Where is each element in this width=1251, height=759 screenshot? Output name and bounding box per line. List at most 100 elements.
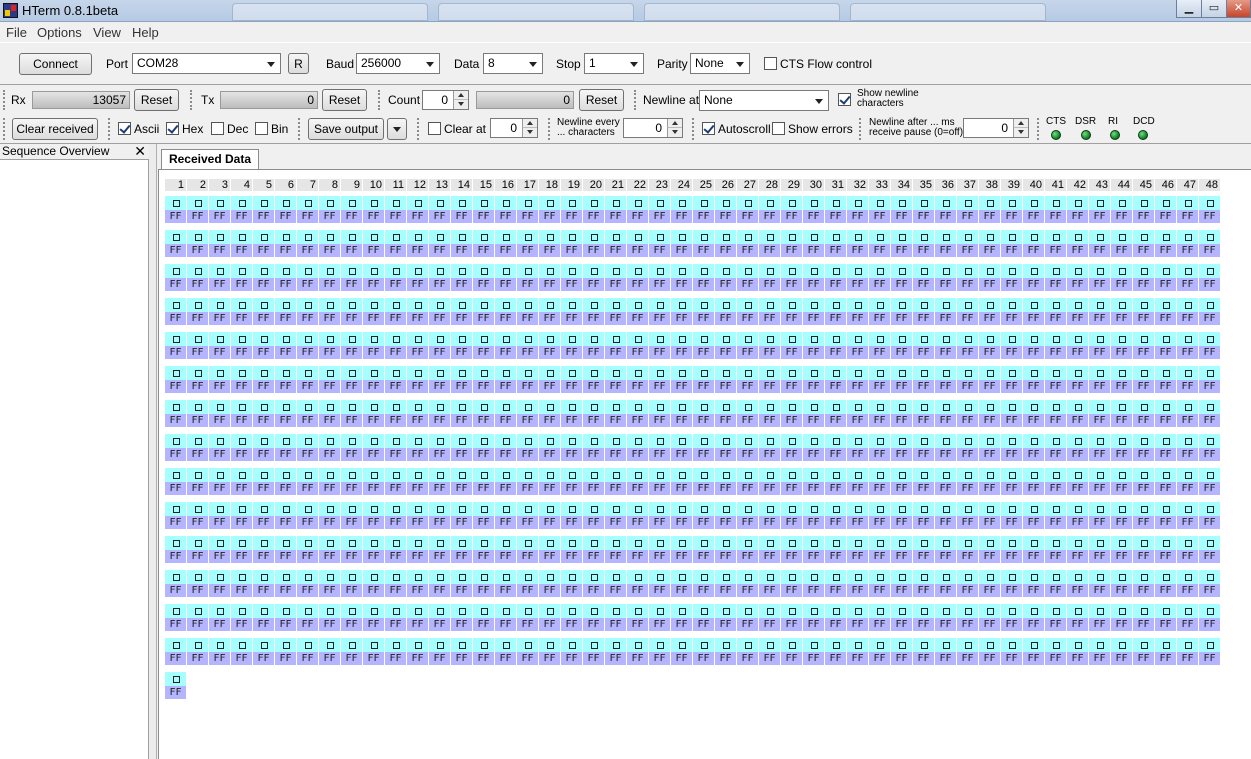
toolbar-grip[interactable] xyxy=(417,118,420,140)
panel-splitter[interactable] xyxy=(149,144,157,759)
byte-ascii xyxy=(605,434,626,448)
data-bits-select[interactable]: 8 xyxy=(483,53,543,74)
byte-cell: FF xyxy=(957,230,978,264)
newline-every-spinner[interactable]: 0 xyxy=(623,118,683,138)
close-window-button[interactable]: ✕ xyxy=(1226,0,1251,18)
byte-cell: FF xyxy=(671,366,692,400)
byte-cell: FF xyxy=(737,230,758,264)
byte-hex: FF xyxy=(561,652,582,665)
byte-ascii xyxy=(473,298,494,312)
spin-down-icon[interactable] xyxy=(453,100,468,109)
toolbar-grip[interactable] xyxy=(298,118,301,140)
toolbar-grip[interactable] xyxy=(859,118,862,140)
dec-checkbox[interactable] xyxy=(211,122,224,135)
byte-ascii xyxy=(539,264,560,278)
cts-flow-checkbox[interactable] xyxy=(764,57,777,70)
menu-file[interactable]: File xyxy=(6,25,27,40)
byte-cell: FF xyxy=(781,366,802,400)
byte-hex: FF xyxy=(209,618,230,631)
spin-up-icon[interactable] xyxy=(522,119,537,128)
parity-select[interactable]: None xyxy=(690,53,750,74)
byte-hex: FF xyxy=(759,618,780,631)
toolbar-grip[interactable] xyxy=(1037,118,1040,140)
byte-hex: FF xyxy=(1199,244,1220,257)
byte-cell: FF xyxy=(451,264,472,298)
toolbar-grip[interactable] xyxy=(3,90,6,110)
connect-button[interactable]: Connect xyxy=(19,53,92,75)
refresh-ports-button[interactable]: R xyxy=(288,53,309,74)
newline-at-select[interactable]: None xyxy=(699,90,829,111)
bin-checkbox[interactable] xyxy=(255,122,268,135)
menu-view[interactable]: View xyxy=(93,25,121,40)
baud-select[interactable]: 256000 xyxy=(356,53,440,74)
ascii-checkbox[interactable] xyxy=(118,122,131,135)
menu-help[interactable]: Help xyxy=(132,25,159,40)
menu-options[interactable]: Options xyxy=(37,25,82,40)
clear-at-spinner[interactable]: 0 xyxy=(490,118,538,138)
newline-after-spinner[interactable]: 0 xyxy=(963,118,1029,138)
toolbar-grip[interactable] xyxy=(692,118,695,140)
byte-hex: FF xyxy=(187,652,208,665)
byte-hex: FF xyxy=(1023,550,1044,563)
clear-at-checkbox[interactable] xyxy=(428,122,441,135)
byte-cell: FF xyxy=(671,434,692,468)
byte-ascii xyxy=(253,536,274,550)
newline-at-value: None xyxy=(704,93,733,107)
byte-hex: FF xyxy=(979,244,1000,257)
autoscroll-checkbox[interactable] xyxy=(702,122,715,135)
received-data-area[interactable]: 1 2 3 4 5 6 7 8 9 10 11 12 13 14 15 16 17 18 19 20 21 22 23 24 2… xyxy=(158,169,1251,759)
byte-hex: FF xyxy=(1023,652,1044,665)
byte-cell: FF xyxy=(935,604,956,638)
byte-cell: FF xyxy=(1089,230,1110,264)
byte-cell: FF xyxy=(319,434,340,468)
spin-up-icon[interactable] xyxy=(453,91,468,100)
byte-ascii xyxy=(319,332,340,346)
byte-ascii xyxy=(407,434,428,448)
byte-hex: FF xyxy=(297,210,318,223)
minimize-button[interactable]: ▁ xyxy=(1176,0,1202,18)
toolbar-grip[interactable] xyxy=(634,90,637,110)
byte-hex: FF xyxy=(187,210,208,223)
byte-hex: FF xyxy=(429,448,450,461)
byte-ascii xyxy=(539,196,560,210)
byte-cell: FF xyxy=(253,604,274,638)
spin-up-icon[interactable] xyxy=(1013,119,1028,128)
byte-ascii xyxy=(517,502,538,516)
byte-hex: FF xyxy=(275,346,296,359)
toolbar-grip[interactable] xyxy=(3,118,6,140)
byte-cell: FF xyxy=(1199,468,1220,502)
spin-down-icon[interactable] xyxy=(667,128,682,137)
byte-ascii xyxy=(935,230,956,244)
tab-received-data[interactable]: Received Data xyxy=(161,149,259,169)
rx-reset-button[interactable]: Reset xyxy=(134,89,179,111)
clear-received-button[interactable]: Clear received xyxy=(12,118,98,140)
toolbar-grip[interactable] xyxy=(108,118,111,140)
save-output-button[interactable]: Save output xyxy=(308,118,384,140)
close-icon[interactable]: ✕ xyxy=(134,144,146,158)
byte-hex: FF xyxy=(1177,210,1198,223)
toolbar-grip[interactable] xyxy=(378,90,381,110)
toolbar-grip[interactable] xyxy=(190,90,193,110)
count-spinner[interactable]: 0 xyxy=(422,90,469,110)
show-errors-checkbox[interactable] xyxy=(772,122,785,135)
tx-reset-button[interactable]: Reset xyxy=(322,89,367,111)
port-select[interactable]: COM28 xyxy=(132,53,281,74)
spin-up-icon[interactable] xyxy=(667,119,682,128)
byte-hex: FF xyxy=(957,584,978,597)
spin-down-icon[interactable] xyxy=(522,128,537,137)
count-reset-button[interactable]: Reset xyxy=(579,89,624,111)
save-output-menu-button[interactable] xyxy=(387,118,407,140)
stop-bits-select[interactable]: 1 xyxy=(584,53,644,74)
maximize-button[interactable]: ▭ xyxy=(1201,0,1227,18)
byte-ascii xyxy=(1067,264,1088,278)
byte-hex: FF xyxy=(737,516,758,529)
byte-cell: FF xyxy=(451,332,472,366)
spin-down-icon[interactable] xyxy=(1013,128,1028,137)
toolbar-grip[interactable] xyxy=(548,118,551,140)
column-header: 39 xyxy=(1001,179,1022,191)
byte-ascii xyxy=(803,570,824,584)
hex-checkbox[interactable] xyxy=(166,122,179,135)
byte-hex: FF xyxy=(473,482,494,495)
show-newline-checkbox[interactable] xyxy=(838,93,851,106)
byte-hex: FF xyxy=(539,312,560,325)
